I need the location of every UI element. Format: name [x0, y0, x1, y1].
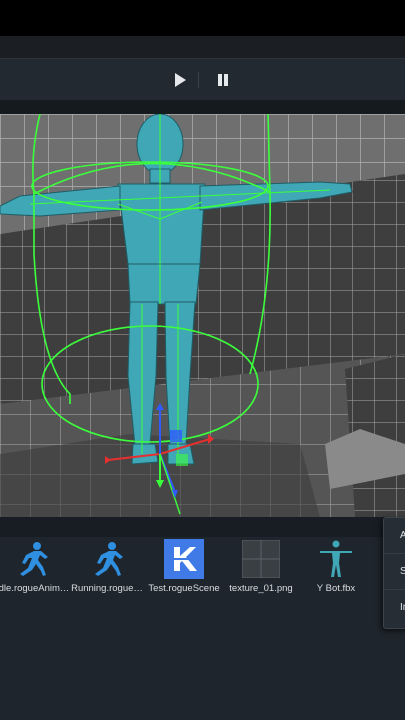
window-title-strip [0, 36, 405, 58]
context-menu-item[interactable]: A [384, 518, 405, 554]
scene-render [0, 114, 405, 517]
context-menu: A S In [383, 517, 405, 629]
pause-icon [218, 74, 228, 86]
scene-logo-icon [164, 539, 204, 579]
model-figure-icon [316, 539, 356, 579]
pause-button[interactable] [209, 67, 237, 93]
grid-texture-icon [241, 539, 281, 579]
asset-label: Idle.rogueAnim… [0, 583, 68, 594]
asset-label: texture_01.png [229, 583, 293, 594]
context-menu-item[interactable]: S [384, 554, 405, 590]
play-icon [175, 73, 186, 87]
asset-item[interactable]: Idle.rogueAnim… [0, 539, 68, 594]
context-menu-item[interactable]: In [384, 590, 405, 625]
running-figure-icon [87, 539, 127, 579]
asset-browser-header [0, 517, 405, 537]
top-letterbox [0, 0, 405, 36]
asset-item[interactable]: Y Bot.fbx [300, 539, 372, 594]
asset-item[interactable]: texture_01.png [225, 539, 297, 594]
toolbar-shadow [0, 100, 405, 114]
running-figure-icon [12, 539, 52, 579]
asset-label: Test.rogueScene [148, 583, 220, 594]
asset-label: Running.rogue… [71, 583, 143, 594]
asset-browser: Idle.rogueAnim… Running.rogue… Test.rogu… [0, 517, 405, 720]
asset-label: Y Bot.fbx [316, 583, 356, 594]
toolbar-divider [198, 72, 199, 88]
asset-item[interactable]: Test.rogueScene [148, 539, 220, 594]
asset-item[interactable]: Running.rogue… [71, 539, 143, 594]
editor-toolbar [0, 58, 405, 101]
play-button[interactable] [166, 67, 194, 93]
scene-viewport[interactable] [0, 114, 405, 517]
